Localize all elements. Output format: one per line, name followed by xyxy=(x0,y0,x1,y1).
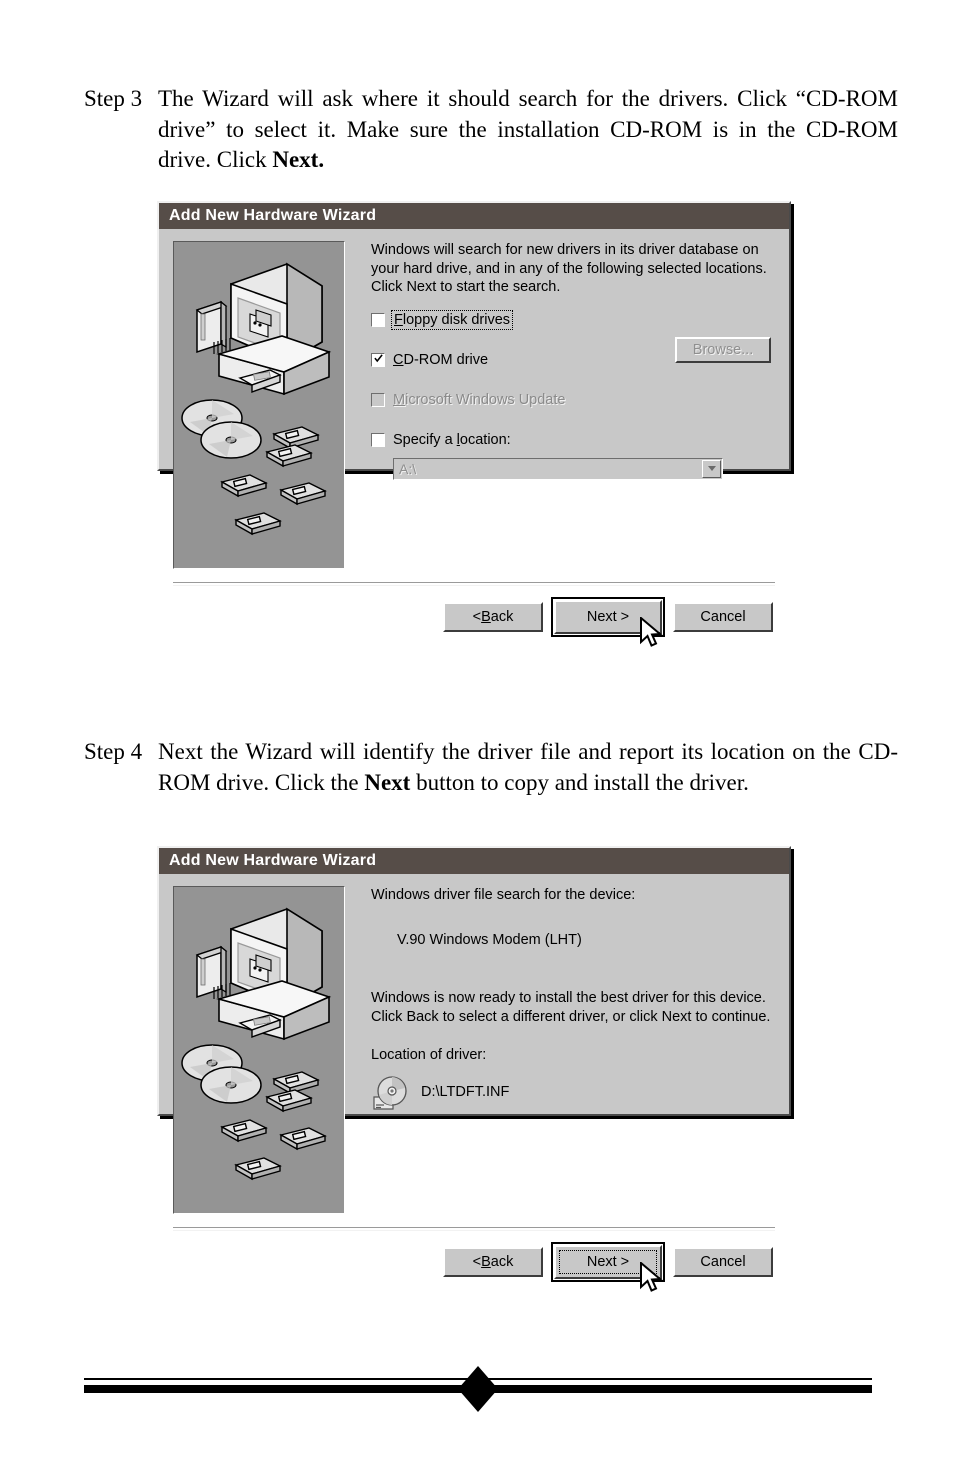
checkbox-box-specify-location[interactable] xyxy=(371,432,385,447)
cd-drive-icon xyxy=(373,1075,407,1110)
checkbox-label-floppy: loppy disk drives xyxy=(402,311,511,328)
driver-search-heading: Windows driver file search for the devic… xyxy=(371,887,636,903)
footer-ornament xyxy=(84,1366,872,1412)
dialog-2-body: Windows driver file search for the devic… xyxy=(159,874,789,1214)
checkbox-label-cdrom: D-ROM drive xyxy=(403,351,489,368)
footer-diamond-icon xyxy=(458,1366,498,1412)
location-combobox[interactable]: A:\ xyxy=(393,457,723,480)
dialog-1-body: Windows will search for new drivers in i… xyxy=(159,229,789,569)
checkbox-floppy-disk-drives[interactable]: Floppy disk drives xyxy=(371,309,775,330)
driver-location-row: D:\LTDFT.INF xyxy=(371,1073,775,1113)
step-3-block: Step 3 The Wizard will ask where it shou… xyxy=(84,84,909,176)
driver-path: D:\LTDFT.INF xyxy=(421,1084,510,1101)
checkbox-microsoft-windows-update: Microsoft Windows Update xyxy=(371,391,775,409)
next-button-1[interactable]: Next > xyxy=(554,600,662,634)
checkbox-box-floppy[interactable] xyxy=(371,312,385,327)
step-4-text: Next the Wizard will identify the driver… xyxy=(158,739,898,795)
checkbox-box-cdrom[interactable] xyxy=(371,352,385,367)
chevron-down-icon[interactable] xyxy=(702,459,721,478)
location-of-driver-heading: Location of driver: xyxy=(371,1047,487,1063)
location-combobox-value: A:\ xyxy=(399,460,417,477)
checkbox-specify-a-location[interactable]: Specify a location: xyxy=(371,431,775,449)
dialog-1-content: Windows will search for new drivers in i… xyxy=(345,241,775,569)
dialog-1-button-row: < Back Next > Cancel xyxy=(159,586,789,649)
computer-and-media-illustration xyxy=(173,241,345,569)
dialog-2-titlebar[interactable]: Add New Hardware Wizard xyxy=(159,848,789,874)
next-button-2-wrapper[interactable]: Next > xyxy=(551,1242,665,1282)
back-button-1[interactable]: < Back xyxy=(443,602,543,632)
dialog-2-title: Add New Hardware Wizard xyxy=(169,852,377,869)
device-name: V.90 Windows Modem (LHT) xyxy=(397,931,582,948)
back-button-2[interactable]: < Back xyxy=(443,1247,543,1277)
cancel-button-1[interactable]: Cancel xyxy=(673,602,773,632)
dialog-1-title: Add New Hardware Wizard xyxy=(169,207,377,224)
next-button-2[interactable]: Next > xyxy=(554,1245,662,1279)
step-3-text: The Wizard will ask where it should sear… xyxy=(158,86,898,172)
checkbox-box-windows-update xyxy=(371,392,385,407)
step-3-label: Step 3 xyxy=(84,86,143,111)
computer-and-media-illustration xyxy=(173,886,345,1214)
dialog-2-content: Windows driver file search for the devic… xyxy=(345,886,775,1214)
checkmark-icon xyxy=(374,353,383,362)
add-new-hardware-wizard-dialog-2[interactable]: Add New Hardware Wizard Windows driver f… xyxy=(157,846,791,1292)
dialog-2-button-row: < Back Next > Cancel xyxy=(159,1231,789,1294)
checkbox-label-windows-update: icrosoft Windows Update xyxy=(405,391,566,408)
step-4-label: Step 4 xyxy=(84,739,143,764)
add-new-hardware-wizard-dialog-1[interactable]: Add New Hardware Wizard Windows will sea… xyxy=(157,201,791,647)
cancel-button-2[interactable]: Cancel xyxy=(673,1247,773,1277)
next-button-1-wrapper[interactable]: Next > xyxy=(551,597,665,637)
dialog-1-titlebar[interactable]: Add New Hardware Wizard xyxy=(159,203,789,229)
browse-button: Browse... xyxy=(675,337,771,363)
ready-to-install-text: Windows is now ready to install the best… xyxy=(371,990,771,1025)
dialog-1-intro-text: Windows will search for new drivers in i… xyxy=(371,242,767,295)
step-4-block: Step 4 Next the Wizard will identify the… xyxy=(84,737,909,798)
focus-outline xyxy=(559,1250,657,1274)
